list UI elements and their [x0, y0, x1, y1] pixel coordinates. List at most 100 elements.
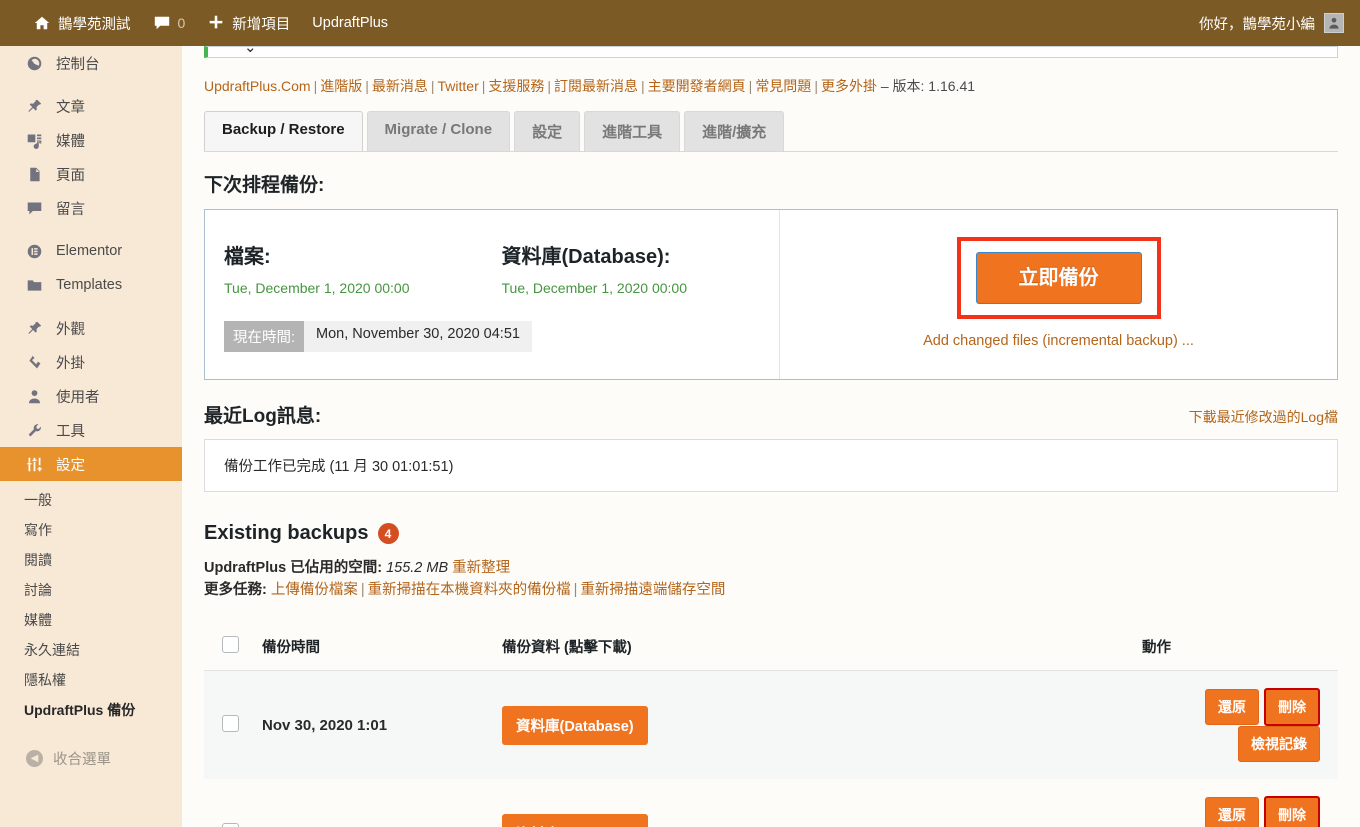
sidebar-submenu-item[interactable]: 討論 [0, 575, 182, 605]
backup-time-cell: Nov 29, 2020 2:24 [262, 779, 502, 827]
tools-icon [24, 420, 44, 440]
download-database-button[interactable]: 資料庫(Database) [502, 813, 648, 827]
view-log-button[interactable]: 檢視記錄 [1238, 726, 1320, 762]
table-row: Nov 29, 2020 2:24資料庫(Database) 還原刪除檢視記錄 [204, 779, 1338, 827]
page-icon [24, 164, 44, 184]
existing-backups-header: Existing backups 4 [182, 492, 1360, 545]
select-all-checkbox[interactable] [222, 636, 239, 653]
sidebar-item-templates[interactable]: Templates [0, 268, 182, 302]
sidebar-item-[interactable]: 媒體 [0, 123, 182, 157]
adminbar-comment-count: 0 [177, 15, 186, 31]
sidebar: 控制台 文章 媒體 頁面 留言 Elementor Templates 外觀 外掛 使用者 工具 設定… [0, 46, 182, 827]
adminbar-site-name-label: 鵲學苑測試 [58, 16, 131, 33]
delete-backup-button[interactable]: 刪除 [1264, 688, 1320, 726]
content-area: ⌄ UpdraftPlus.Com | 進階版 | 最新消息 | Twitter | 支援服務 |… [182, 46, 1360, 827]
adminbar-site-name[interactable]: 鵲學苑測試 [22, 0, 142, 46]
tab-[interactable]: 進階工具 [584, 111, 681, 151]
sidebar-submenu-item[interactable]: 閱讀 [0, 545, 182, 575]
tab-backup-restore[interactable]: Backup / Restore [204, 111, 363, 151]
delete-backup-button[interactable]: 刪除 [1264, 796, 1320, 827]
adminbar-new-item[interactable]: 新增項目 [196, 0, 301, 46]
schedule-files-date: Tue, December 1, 2020 00:00 [224, 280, 410, 296]
sidebar-submenu: 一般 寫作 閱讀 討論 媒體 永久連結 隱私權 UpdraftPlus 備份 [0, 481, 182, 731]
sidebar-submenu-item[interactable]: 媒體 [0, 605, 182, 635]
sidebar-item-elementor[interactable]: Elementor [0, 234, 182, 268]
tab-[interactable]: 進階/擴充 [684, 111, 785, 151]
backup-data-cell: 資料庫(Database) [502, 671, 1142, 780]
adminbar-updraftplus[interactable]: UpdraftPlus [301, 0, 399, 46]
log-message-box: 備份工作已完成 (11 月 30 01:01:51) [204, 439, 1338, 492]
folder-icon [24, 275, 44, 295]
sidebar-item-[interactable]: 工具 [0, 413, 182, 447]
plugin-icon [24, 352, 44, 372]
sidebar-submenu-item[interactable]: 隱私權 [0, 665, 182, 695]
plugin-link[interactable]: 常見問題 [755, 78, 811, 94]
sidebar-submenu-item[interactable]: 寫作 [0, 515, 182, 545]
link-separator: | [430, 78, 435, 94]
sidebar-submenu-item[interactable]: UpdraftPlus 備份 [0, 695, 182, 725]
sidebar-submenu-item[interactable]: 一般 [0, 485, 182, 515]
plugin-link[interactable]: 訂閱最新消息 [554, 78, 638, 94]
header-backup-time: 備份時間 [262, 623, 502, 671]
restore-backup-button[interactable]: 還原 [1205, 689, 1259, 725]
plugin-link[interactable]: 進階版 [320, 78, 362, 94]
tab-migrate-clone[interactable]: Migrate / Clone [366, 111, 511, 151]
sidebar-item-label: 控制台 [56, 56, 100, 73]
sidebar-item-label: 外觀 [56, 321, 85, 338]
plus-icon [207, 14, 225, 32]
adminbar-comments[interactable]: 0 [142, 0, 197, 46]
collapse-menu-button[interactable]: ◀ 收合選單 [0, 741, 182, 775]
schedule-database-label: 資料庫(Database): [501, 246, 671, 268]
schedule-files-column: 檔案: Tue, December 1, 2020 00:00 [224, 240, 502, 296]
sidebar-submenu-item[interactable]: 永久連結 [0, 635, 182, 665]
comment-icon [24, 198, 44, 218]
sidebar-item-[interactable]: 文章 [0, 89, 182, 123]
task-link[interactable]: 重新掃描遠端儲存空間 [580, 582, 725, 598]
link-separator: | [360, 582, 365, 598]
restore-backup-button[interactable]: 還原 [1205, 797, 1259, 827]
adminbar-greeting: 你好，鵲學苑小編 [1199, 16, 1315, 33]
plugin-link[interactable]: 更多外掛 [821, 78, 877, 94]
download-log-link[interactable]: 下載最近修改過的Log檔 [1189, 407, 1338, 427]
sidebar-item-[interactable]: 頁面 [0, 157, 182, 191]
task-link[interactable]: 重新掃描在本機資料夾的備份檔 [368, 582, 571, 598]
row-actions-cell: 還原刪除檢視記錄 [1142, 779, 1338, 827]
collapse-menu-label: 收合選單 [53, 751, 111, 768]
tab-[interactable]: 設定 [514, 111, 581, 151]
sidebar-item-[interactable]: 外掛 [0, 345, 182, 379]
schedule-panel-left: 檔案: Tue, December 1, 2020 00:00 資料庫(Data… [205, 210, 780, 379]
sidebar-item-[interactable]: 留言 [0, 191, 182, 225]
settings-icon [24, 454, 44, 474]
incremental-backup-link[interactable]: Add changed files (incremental backup) .… [923, 333, 1194, 349]
sidebar-item-[interactable]: 設定 [0, 447, 182, 481]
admin-bar-right[interactable]: 你好，鵲學苑小編 [1199, 13, 1360, 34]
rescan-refresh-link[interactable]: 重新整理 [452, 560, 510, 576]
existing-backups-table: 備份時間 備份資料 (點擊下載) 動作 Nov 30, 2020 1:01 資料庫… [204, 623, 1338, 827]
version-dash: – [880, 78, 889, 94]
download-database-button[interactable]: 資料庫(Database) [502, 705, 648, 745]
plugin-link[interactable]: UpdraftPlus.Com [204, 78, 311, 94]
more-tasks-line: 更多任務: 上傳備份檔案 | 重新掃描在本機資料夾的備份檔 | 重新掃描遠端儲存空間 [182, 579, 1360, 601]
next-scheduled-backup-panel: 檔案: Tue, December 1, 2020 00:00 資料庫(Data… [204, 209, 1338, 380]
sidebar-item-[interactable]: 外觀 [0, 311, 182, 345]
sidebar-item-[interactable]: 控制台 [0, 46, 182, 80]
admin-bar-left: 鵲學苑測試 0 新增項目 UpdraftPlus [0, 0, 399, 46]
pin-icon [24, 96, 44, 116]
plugin-link[interactable]: 最新消息 [372, 78, 428, 94]
plugin-link[interactable]: Twitter [438, 78, 479, 94]
row-checkbox[interactable] [222, 822, 239, 827]
chevron-down-icon[interactable]: ⌄ [244, 47, 257, 56]
link-separator: | [814, 78, 818, 94]
schedule-files-label: 檔案: [224, 246, 271, 268]
select-all-cell [204, 623, 262, 671]
task-link[interactable]: 上傳備份檔案 [271, 582, 358, 598]
menu-separator [0, 225, 182, 234]
backup-now-button[interactable]: 立即備份 [975, 251, 1142, 304]
plugin-link[interactable]: 主要開發者網頁 [648, 78, 746, 94]
sidebar-item-[interactable]: 使用者 [0, 379, 182, 413]
header-actions: 動作 [1142, 623, 1338, 671]
table-row: Nov 30, 2020 1:01 資料庫(Database) 還原 刪除檢視記錄 [204, 670, 1338, 780]
plugin-link[interactable]: 支援服務 [488, 78, 544, 94]
link-separator: | [573, 582, 578, 598]
row-checkbox[interactable] [222, 714, 239, 732]
